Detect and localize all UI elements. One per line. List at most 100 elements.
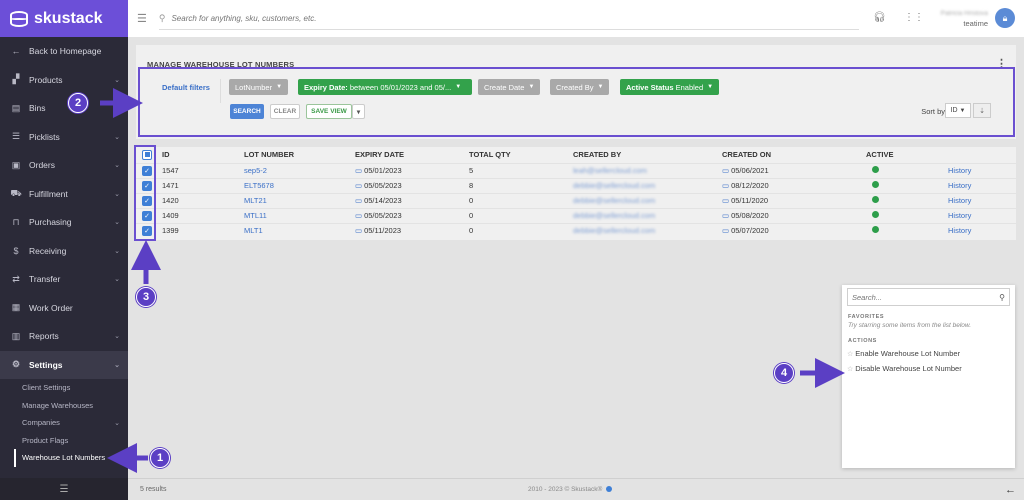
chevron-down-icon: ⌄ [114, 419, 120, 427]
chevron-down-icon: ▼ [455, 84, 462, 90]
sidebar-item-reports[interactable]: ▥ Reports ⌄ [0, 322, 128, 351]
created-by-link[interactable]: debbie@sellercloud.com [573, 226, 655, 235]
created-by-link[interactable]: debbie@sellercloud.com [573, 211, 655, 220]
chevron-down-icon: ▼ [959, 107, 966, 114]
hamburger-icon[interactable]: ☰ [137, 12, 147, 25]
filter-active-status[interactable]: Active Status Enabled ▼ [620, 79, 720, 95]
sidebar-item-purchasing[interactable]: ⊓ Purchasing ⌄ [0, 208, 128, 237]
apps-grid-icon[interactable]: ⋮⋮ [904, 12, 924, 23]
sidebar-subitem-product-flags[interactable]: Product Flags [0, 432, 128, 450]
sidebar-item-products[interactable]: ▞ Products ⌄ [0, 66, 128, 95]
sort-direction-button[interactable]: ⇣ [973, 103, 991, 118]
sidebar-item-settings[interactable]: ⚙ Settings ⌄ [0, 350, 128, 379]
arrow-left-icon[interactable]: ← [1005, 484, 1016, 496]
table-row[interactable]: ✓ 1471 ELT5678 ▭ 05/05/2023 8 debbie@sell… [136, 177, 1016, 193]
table-row[interactable]: ✓ 1409 MTL11 ▭ 05/05/2023 0 debbie@seller… [136, 207, 1016, 223]
col-expiry-date[interactable]: EXPIRY DATE [355, 147, 469, 163]
filter-created-by[interactable]: Created By ▼ [550, 79, 610, 95]
filter-lot-number[interactable]: LotNumber ▼ [229, 79, 289, 95]
lot-number-link[interactable]: sep5-2 [244, 166, 267, 175]
sidebar-subitem-client-settings[interactable]: Client Settings [0, 379, 128, 397]
active-check-icon [872, 211, 879, 218]
app-name: skustack [34, 9, 103, 27]
calendar-icon: ▭ [355, 181, 363, 190]
col-total-qty[interactable]: TOTAL QTY [469, 147, 573, 163]
actions-palette: ⚲ FAVORITES Try starring some items from… [842, 285, 1015, 468]
global-search: ⚲ [158, 8, 859, 30]
sidebar-subitem-warehouse-lot-numbers[interactable]: Warehouse Lot Numbers [14, 449, 128, 467]
chart-icon: ▥ [11, 330, 21, 341]
col-lot-number[interactable]: LOT NUMBER [244, 147, 355, 163]
col-active[interactable]: ACTIVE [866, 147, 948, 163]
sidebar-subitem-manage-warehouses[interactable]: Manage Warehouses [0, 397, 128, 415]
chevron-down-icon: ⌄ [114, 247, 120, 255]
table-row[interactable]: ✓ 1547 sep5-2 ▭ 05/01/2023 5 leah@sellerc… [136, 162, 1016, 178]
palette-search-input[interactable] [852, 292, 1000, 302]
created-by-link[interactable]: debbie@sellercloud.com [573, 181, 655, 190]
sidebar-item-orders[interactable]: ▣ Orders ⌄ [0, 151, 128, 180]
sidebar-item-back-home[interactable]: ← Back to Homepage [0, 37, 128, 66]
sidebar-item-picklists[interactable]: ☰ Picklists ⌄ [0, 123, 128, 152]
col-created-by[interactable]: CREATED BY [573, 147, 722, 163]
user-info[interactable]: Patricia Hristova teatime [941, 9, 988, 29]
info-icon[interactable] [606, 486, 613, 493]
chevron-down-icon: ▼ [528, 84, 535, 90]
filter-expiry-date[interactable]: Expiry Date: between 05/01/2023 and 05/.… [298, 79, 472, 95]
calendar-icon: ▭ [722, 211, 730, 220]
search-icon: ⚲ [158, 12, 166, 23]
sidebar-subitem-companies[interactable]: Companies ⌄ [0, 414, 128, 432]
action-disable-lot-number[interactable]: ☆ Disable Warehouse Lot Number [847, 361, 1015, 376]
history-link[interactable]: History [948, 226, 971, 235]
chevron-down-icon: ▼ [276, 84, 283, 90]
lot-number-link[interactable]: MTL11 [244, 211, 267, 220]
history-link[interactable]: History [948, 196, 971, 205]
lot-number-link[interactable]: ELT5678 [244, 181, 274, 190]
sidebar-item-bins[interactable]: ▤ Bins [0, 94, 128, 123]
lot-number-link[interactable]: MLT1 [244, 226, 263, 235]
history-link[interactable]: History [948, 166, 971, 175]
filter-create-date[interactable]: Create Date ▼ [478, 79, 541, 95]
sort-by-select[interactable]: ID ▼ [945, 103, 971, 118]
sidebar-item-receiving[interactable]: $ Receiving ⌄ [0, 237, 128, 266]
created-by-link[interactable]: leah@sellercloud.com [573, 166, 647, 175]
col-created-on[interactable]: CREATED ON [722, 147, 866, 163]
user-name: Patricia Hristova [940, 10, 988, 17]
headset-icon[interactable]: 🎧︎ [873, 12, 886, 23]
search-button[interactable]: SEARCH [230, 104, 264, 119]
sidebar-item-fulfillment[interactable]: ⛟ Fulfillment ⌄ [0, 180, 128, 209]
annotation-marker-1: 1 [150, 448, 170, 468]
calendar-icon: ▭ [355, 196, 363, 205]
col-id[interactable]: ID [162, 147, 244, 163]
results-count: 5 results [140, 486, 167, 493]
star-icon[interactable]: ☆ [847, 350, 853, 358]
default-filters-link[interactable]: Default filters [162, 83, 210, 92]
sidebar-collapse-button[interactable]: ☰ [0, 478, 128, 500]
save-view-button[interactable]: SAVE VIEW [306, 104, 352, 119]
lot-number-link[interactable]: MLT21 [244, 196, 267, 205]
history-link[interactable]: History [948, 181, 971, 190]
cell-id: 1399 [162, 222, 244, 238]
calendar-icon: ▭ [355, 166, 363, 175]
table-row[interactable]: ✓ 1399 MLT1 ▭ 05/11/2023 0 debbie@sellerc… [136, 222, 1016, 238]
save-view-dropdown[interactable]: ▾ [352, 104, 365, 119]
top-bar: ☰ ⚲ 🎧︎ ⋮⋮ Patricia Hristova teatime 🔒︎ [128, 0, 1024, 37]
action-enable-lot-number[interactable]: ☆ Enable Warehouse Lot Number [847, 346, 1015, 361]
chevron-down-icon: ⌄ [114, 219, 120, 227]
star-icon[interactable]: ☆ [847, 365, 853, 373]
sidebar-item-transfer[interactable]: ⇄ Transfer ⌄ [0, 265, 128, 294]
avatar[interactable]: 🔒︎ [995, 8, 1015, 28]
favorites-note: Try starring some items from the list be… [848, 322, 972, 329]
table-row[interactable]: ✓ 1420 MLT21 ▭ 05/14/2023 0 debbie@seller… [136, 192, 1016, 208]
cell-qty: 0 [469, 222, 573, 238]
table-header-row: ID LOT NUMBER EXPIRY DATE TOTAL QTY CREA… [136, 147, 1016, 163]
clipboard-icon: ▣ [11, 159, 21, 170]
filter-card: MANAGE WAREHOUSE LOT NUMBERS ⋮ Default f… [136, 45, 1016, 139]
sidebar-item-work-order[interactable]: ▦ Work Order [0, 294, 128, 323]
chevron-down-icon: ⌄ [114, 333, 120, 341]
clear-button[interactable]: CLEAR [270, 104, 300, 119]
history-link[interactable]: History [948, 211, 971, 220]
created-by-link[interactable]: debbie@sellercloud.com [573, 196, 655, 205]
app-logo[interactable]: skustack [0, 0, 128, 37]
calendar-icon: ▭ [722, 166, 730, 175]
global-search-input[interactable] [171, 13, 832, 23]
